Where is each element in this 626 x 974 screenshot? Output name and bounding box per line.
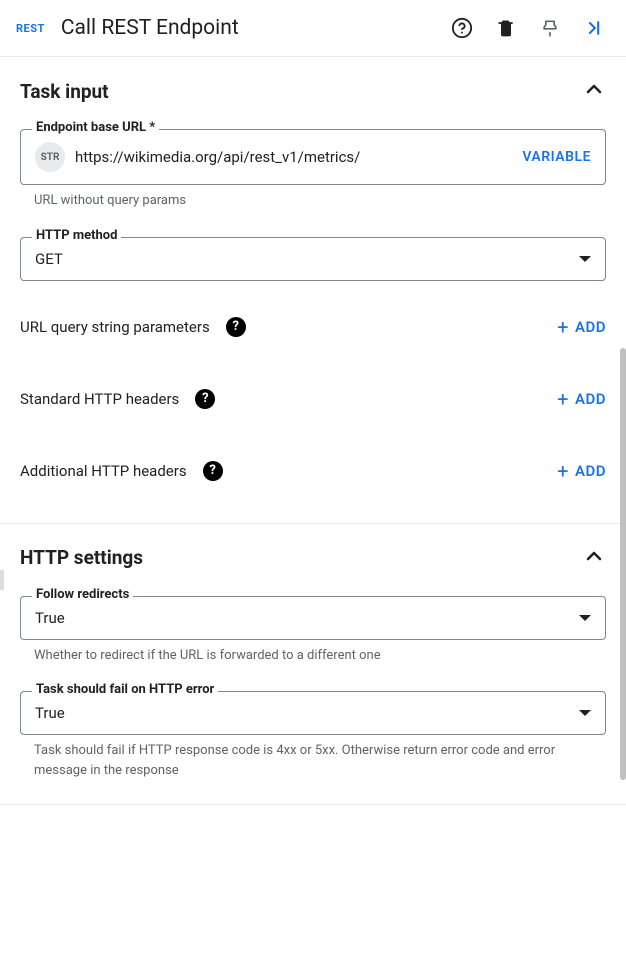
chevron-down-icon	[579, 615, 591, 621]
select-value: GET	[35, 250, 63, 268]
plus-icon: +	[557, 389, 569, 409]
field-helper: URL without query params	[34, 191, 606, 211]
select-value: True	[35, 609, 65, 627]
help-icon[interactable]	[450, 16, 474, 40]
add-button[interactable]: + ADD	[557, 389, 606, 409]
delete-icon[interactable]	[494, 16, 518, 40]
panel-header: REST Call REST Endpoint	[0, 0, 626, 57]
additional-headers-row: Additional HTTP headers ? + ADD	[20, 435, 606, 507]
type-badge: STR	[35, 142, 65, 172]
row-label: Standard HTTP headers	[20, 390, 179, 408]
fail-on-error-select[interactable]: True	[20, 691, 606, 735]
plus-icon: +	[557, 317, 569, 337]
http-method-field: HTTP method GET	[20, 237, 606, 281]
field-label: Endpoint base URL *	[32, 120, 159, 135]
collapse-panel-icon[interactable]	[582, 16, 606, 40]
panel-title: Call REST Endpoint	[61, 16, 450, 40]
row-left: Standard HTTP headers ?	[20, 389, 215, 409]
section-divider	[0, 804, 626, 805]
edge-indicator	[0, 570, 4, 590]
header-actions	[450, 16, 606, 40]
add-label: ADD	[575, 390, 606, 408]
chevron-down-icon	[579, 710, 591, 716]
standard-headers-row: Standard HTTP headers ? + ADD	[20, 363, 606, 435]
pin-icon[interactable]	[538, 16, 562, 40]
follow-redirects-field: Follow redirects True Whether to redirec…	[20, 596, 606, 666]
field-label: HTTP method	[32, 228, 121, 243]
task-input-header[interactable]: Task input	[20, 77, 606, 105]
endpoint-url-field: Endpoint base URL * STR VARIABLE URL wit…	[20, 129, 606, 211]
scrollbar[interactable]	[620, 348, 626, 780]
url-query-params-row: URL query string parameters ? + ADD	[20, 291, 606, 363]
chevron-up-icon[interactable]	[582, 544, 606, 572]
add-button[interactable]: + ADD	[557, 461, 606, 481]
add-button[interactable]: + ADD	[557, 317, 606, 337]
field-box: STR VARIABLE	[20, 129, 606, 185]
help-icon[interactable]: ?	[195, 389, 215, 409]
variable-button[interactable]: VARIABLE	[522, 149, 591, 165]
rest-badge: REST	[16, 22, 45, 35]
fail-on-error-field: Task should fail on HTTP error True Task…	[20, 691, 606, 780]
http-method-select[interactable]: GET	[20, 237, 606, 281]
field-label: Task should fail on HTTP error	[32, 682, 218, 697]
section-title: HTTP settings	[20, 546, 143, 569]
endpoint-url-input[interactable]	[75, 148, 512, 166]
help-icon[interactable]: ?	[226, 317, 246, 337]
plus-icon: +	[557, 461, 569, 481]
section-title: Task input	[20, 80, 109, 103]
row-left: Additional HTTP headers ?	[20, 461, 223, 481]
http-settings-header[interactable]: HTTP settings	[20, 544, 606, 572]
select-value: True	[35, 704, 65, 722]
help-icon[interactable]: ?	[203, 461, 223, 481]
field-helper: Whether to redirect if the URL is forwar…	[34, 646, 606, 666]
field-label: Follow redirects	[32, 587, 133, 602]
field-helper: Task should fail if HTTP response code i…	[34, 741, 606, 780]
http-settings-section: HTTP settings Follow redirects True Whet…	[0, 524, 626, 805]
chevron-up-icon[interactable]	[582, 77, 606, 105]
row-label: URL query string parameters	[20, 318, 210, 336]
task-input-section: Task input Endpoint base URL * STR VARIA…	[0, 57, 626, 523]
row-left: URL query string parameters ?	[20, 317, 246, 337]
row-label: Additional HTTP headers	[20, 462, 187, 480]
chevron-down-icon	[579, 256, 591, 262]
follow-redirects-select[interactable]: True	[20, 596, 606, 640]
add-label: ADD	[575, 462, 606, 480]
add-label: ADD	[575, 318, 606, 336]
